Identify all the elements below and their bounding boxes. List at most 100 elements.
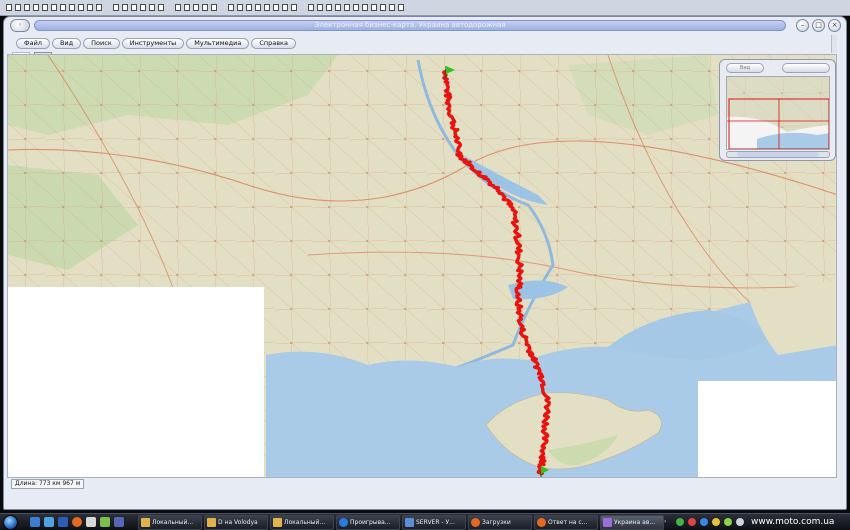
menu-search[interactable]: Поиск [83, 38, 120, 49]
overview-map[interactable] [726, 76, 830, 150]
glyph-box [149, 4, 155, 11]
unloaded-tile [8, 287, 264, 477]
glyph-box [202, 4, 208, 11]
tray-icon[interactable] [676, 518, 684, 526]
top-strip [0, 0, 850, 16]
overview-scrollbar[interactable] [726, 151, 830, 158]
tray-icon[interactable] [736, 518, 744, 526]
overview-canvas [727, 77, 829, 149]
app-icon[interactable] [86, 517, 96, 527]
glyph-box [42, 4, 48, 11]
glyph-box [344, 4, 350, 11]
window-title: Электронная бизнес-карта. Украина автодо… [34, 20, 786, 31]
menu-multimedia[interactable]: Мультимедиа [186, 38, 250, 49]
toolbar-scrollbar[interactable] [831, 35, 837, 53]
glyph-box [51, 4, 57, 11]
glyph-box [69, 4, 75, 11]
task-reply[interactable]: Ответ на с... [534, 515, 598, 530]
task-label: Локальный... [284, 519, 326, 526]
glyph-box [326, 4, 332, 11]
glyph-box [113, 4, 119, 11]
glyph-box [398, 4, 404, 11]
task-label: Локальный... [152, 519, 194, 526]
glyph-box [371, 4, 377, 11]
task-label: Загрузки [482, 519, 511, 526]
site-watermark: www.moto.com.ua [751, 517, 835, 527]
task-local-disk-1[interactable]: Локальный... [138, 515, 202, 530]
ie-icon[interactable] [30, 517, 40, 527]
route-length: Длина: 773 км 967 м [11, 479, 84, 489]
task-d-volodya[interactable]: D на Volodya [204, 515, 268, 530]
glyph-box [362, 4, 368, 11]
task-label: Украина ав... [614, 519, 656, 526]
maximize-button[interactable]: □ [812, 19, 825, 32]
glyph-box [78, 4, 84, 11]
glyph-box [291, 4, 297, 11]
task-ukraine-map[interactable]: Украина ав... [600, 515, 664, 530]
glyph-box [175, 4, 181, 11]
menu-view[interactable]: Вид [51, 38, 82, 49]
app-icon[interactable] [100, 517, 110, 527]
glyph-box [211, 4, 217, 11]
glyph-box [335, 4, 341, 11]
glyph-box [24, 4, 30, 11]
task-label: Ответ на с... [548, 519, 588, 526]
tray-chevron[interactable]: ‹ [664, 518, 666, 525]
task-label: SERVER - У... [416, 519, 455, 526]
tray-icon[interactable] [700, 518, 708, 526]
firefox-icon[interactable] [72, 517, 82, 527]
explorer-icon[interactable] [58, 517, 68, 527]
glyph-box [158, 4, 164, 11]
glyph-box [264, 4, 270, 11]
glyph-box [15, 4, 21, 11]
glyph-box [228, 4, 234, 11]
task-local-disk-2[interactable]: Локальный... [270, 515, 334, 530]
overview-scroll-thumb[interactable] [737, 152, 819, 157]
glyph-box [87, 4, 93, 11]
show-desktop-icon[interactable] [44, 517, 54, 527]
screen: ◦ Электронная бизнес-карта. Украина авто… [0, 0, 850, 530]
tray-icon[interactable] [724, 518, 732, 526]
glyph-box [237, 4, 243, 11]
task-player[interactable]: Проигрыва... [336, 515, 400, 530]
tray-icon[interactable] [712, 518, 720, 526]
glyph-box [282, 4, 288, 11]
glyph-box [6, 4, 12, 11]
overview-right-button[interactable] [782, 63, 830, 73]
glyph-box [389, 4, 395, 11]
minimize-button[interactable]: – [796, 19, 809, 32]
menu-help[interactable]: Справка [251, 38, 296, 49]
tray-icon[interactable] [688, 518, 696, 526]
glyph-box [246, 4, 252, 11]
menu-bar: Файл Вид Поиск Инструменты Мультимедиа С… [16, 38, 296, 50]
unloaded-tile [698, 381, 836, 477]
taskbar: Локальный... D на Volodya Локальный... П… [0, 513, 850, 530]
menu-tools[interactable]: Инструменты [121, 38, 185, 49]
status-bar: Длина: 773 км 967 м [7, 479, 837, 490]
glyph-box [353, 4, 359, 11]
glyph-box [184, 4, 190, 11]
glyph-box [140, 4, 146, 11]
glyph-box [380, 4, 386, 11]
task-server[interactable]: SERVER - У... [402, 515, 466, 530]
glyph-box [131, 4, 137, 11]
glyph-box [122, 4, 128, 11]
app-icon[interactable] [114, 517, 124, 527]
task-label: Проигрыва... [350, 519, 391, 526]
glyph-box [193, 4, 199, 11]
glyph-box [33, 4, 39, 11]
menu-file[interactable]: Файл [16, 38, 50, 49]
map-view[interactable]: Вид [7, 54, 837, 478]
glyph-box [255, 4, 261, 11]
glyph-box [60, 4, 66, 11]
title-bar: ◦ Электронная бизнес-карта. Украина авто… [4, 17, 846, 35]
glyph-box [96, 4, 102, 11]
overview-left-button[interactable]: Вид [726, 63, 764, 73]
close-button[interactable]: × [828, 19, 841, 32]
system-menu-button[interactable]: ◦ [10, 19, 30, 32]
start-button[interactable] [3, 515, 18, 530]
overview-panel: Вид [719, 59, 836, 161]
task-downloads[interactable]: Загрузки [468, 515, 532, 530]
glyph-box [308, 4, 314, 11]
glyph-box [317, 4, 323, 11]
